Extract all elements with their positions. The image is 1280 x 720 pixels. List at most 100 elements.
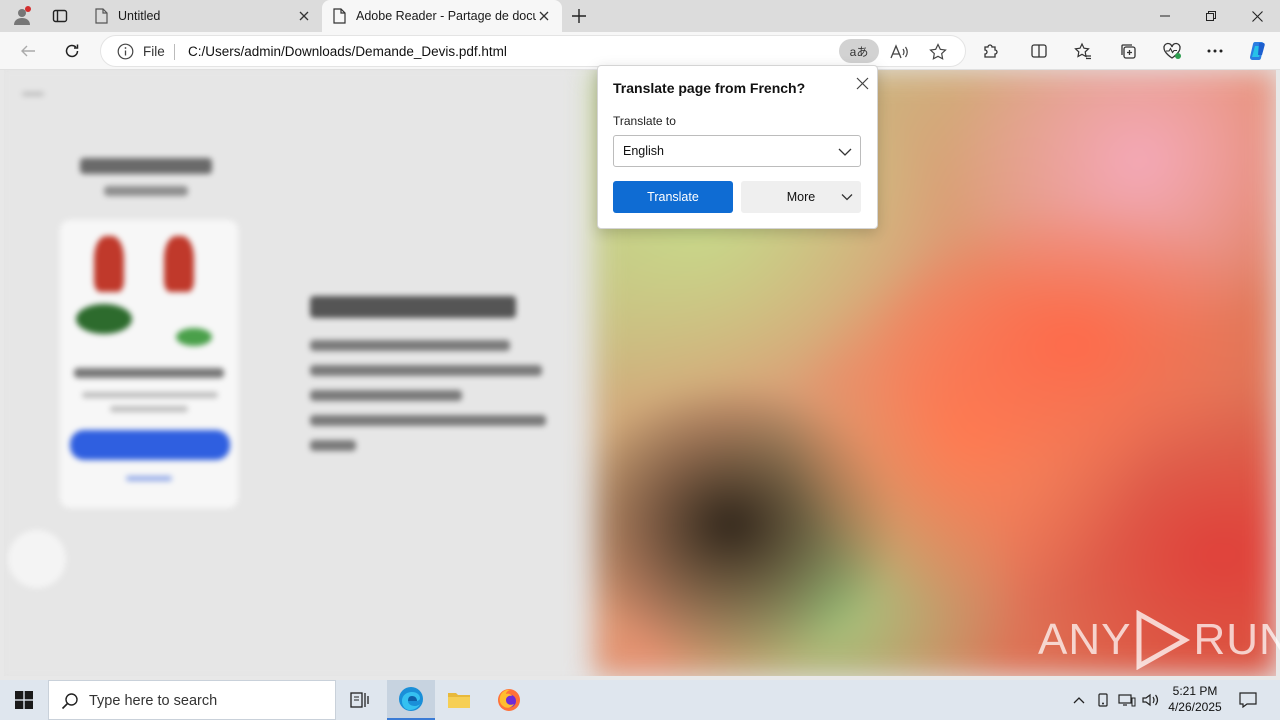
split-screen-icon <box>1031 44 1047 58</box>
network-tray-button[interactable] <box>1116 680 1138 720</box>
favorites-button[interactable] <box>1067 35 1099 67</box>
anyrun-watermark: ANY RUN <box>1038 610 1280 670</box>
close-icon <box>1251 10 1263 22</box>
more-button[interactable]: More <box>741 181 861 213</box>
close-icon <box>539 11 549 21</box>
taskbar-clock[interactable]: 5:21 PM 4/26/2025 <box>1162 683 1228 715</box>
taskbar-edge-button[interactable] <box>387 680 435 720</box>
taskbar-file-explorer-button[interactable] <box>435 680 483 720</box>
blurred-product-card <box>60 220 238 508</box>
info-icon[interactable] <box>117 43 134 60</box>
blurred-paragraph-line <box>310 440 356 451</box>
minimize-icon <box>1160 15 1170 17</box>
close-icon <box>856 77 868 89</box>
blurred-section-heading <box>310 296 516 318</box>
taskbar: Type here to search 5:21 PM 4/26/2025 <box>0 680 1280 720</box>
tab-adobe-reader[interactable]: Adobe Reader - Partage de docum <box>322 0 562 32</box>
device-tray-button[interactable] <box>1094 680 1112 720</box>
refresh-icon <box>65 44 79 58</box>
folder-icon <box>448 693 470 708</box>
language-select-value: English <box>623 144 664 158</box>
refresh-button[interactable] <box>56 35 88 67</box>
profile-icon <box>14 6 31 25</box>
tab-untitled[interactable]: Untitled <box>84 0 322 32</box>
blurred-card-link <box>126 476 172 481</box>
profile-button[interactable] <box>4 0 40 32</box>
taskbar-search-box[interactable]: Type here to search <box>48 680 336 720</box>
browser-essentials-button[interactable] <box>1156 35 1188 67</box>
show-hidden-icons-button[interactable] <box>1070 680 1088 720</box>
edge-icon <box>399 687 423 711</box>
favorite-button[interactable] <box>926 40 950 64</box>
translate-popup: Translate page from French? Translate to… <box>597 65 878 229</box>
tab-close-button[interactable] <box>536 8 552 24</box>
clock-time: 5:21 PM <box>1172 684 1218 698</box>
close-window-button[interactable] <box>1234 0 1280 32</box>
blurred-leaves <box>176 328 212 346</box>
tab-title: Adobe Reader - Partage de docum <box>356 9 536 23</box>
network-icon <box>1118 694 1136 707</box>
start-button[interactable] <box>0 680 48 720</box>
more-button-label: More <box>786 190 816 204</box>
restore-icon <box>1206 11 1216 21</box>
watermark-text-left: ANY <box>1038 615 1132 664</box>
firefox-icon <box>498 689 520 711</box>
heartbeat-icon <box>1163 42 1181 59</box>
tab-actions-button[interactable] <box>42 0 78 32</box>
taskbar-firefox-button[interactable] <box>485 680 533 720</box>
tab-strip: Untitled Adobe Reader - Partage de docum <box>0 0 1280 32</box>
task-view-button[interactable] <box>336 680 384 720</box>
blurred-flower <box>94 236 124 292</box>
page-icon <box>95 8 108 24</box>
read-aloud-button[interactable] <box>887 40 911 64</box>
blurred-logo <box>22 92 44 96</box>
scheme-label: File <box>143 44 165 59</box>
device-icon <box>1098 693 1108 707</box>
volume-icon <box>1142 693 1159 707</box>
play-logo-icon <box>1136 610 1191 670</box>
blurred-card-title <box>74 368 224 378</box>
minimize-button[interactable] <box>1142 0 1188 32</box>
copilot-button[interactable] <box>1241 35 1273 67</box>
blurred-paragraph-line <box>310 365 542 376</box>
language-select[interactable]: English <box>613 135 861 167</box>
translate-page-button[interactable]: aあ <box>839 39 879 63</box>
new-tab-button[interactable] <box>566 4 592 28</box>
translate-button[interactable]: Translate <box>613 181 733 213</box>
notifications-button[interactable] <box>1234 680 1262 720</box>
blurred-flower <box>164 236 194 292</box>
restore-button[interactable] <box>1188 0 1234 32</box>
back-button[interactable] <box>12 35 44 67</box>
tab-title: Untitled <box>118 9 161 23</box>
url-text[interactable]: C:/Users/admin/Downloads/Demande_Devis.p… <box>188 44 507 59</box>
extensions-button[interactable] <box>975 35 1007 67</box>
chevron-up-icon <box>1073 697 1085 704</box>
blurred-card-text <box>110 406 188 412</box>
windows-logo-icon <box>15 691 33 709</box>
blurred-paragraph-line <box>310 390 462 401</box>
task-view-icon <box>350 692 369 708</box>
translate-icon: aあ <box>849 44 869 59</box>
blurred-leaves <box>76 304 132 334</box>
blurred-card-text <box>82 392 218 398</box>
chevron-down-icon <box>838 148 852 156</box>
plus-icon <box>572 9 586 23</box>
split-screen-button[interactable] <box>1023 35 1055 67</box>
puzzle-icon <box>984 44 998 58</box>
blurred-subheading <box>104 186 188 196</box>
tab-actions-icon <box>52 9 68 23</box>
arrow-left-icon <box>21 45 35 57</box>
watermark-text-right: RUN <box>1193 615 1280 664</box>
collections-button[interactable] <box>1112 35 1144 67</box>
address-bar[interactable]: File C:/Users/admin/Downloads/Demande_De… <box>100 35 966 67</box>
popup-close-button[interactable] <box>853 74 871 92</box>
more-icon <box>1207 49 1223 53</box>
close-icon <box>299 11 309 21</box>
blurred-paragraph-line <box>310 340 510 351</box>
tab-close-button[interactable] <box>296 8 312 24</box>
read-aloud-icon <box>890 44 908 59</box>
clock-date: 4/26/2025 <box>1168 700 1222 714</box>
settings-more-button[interactable] <box>1199 35 1231 67</box>
volume-tray-button[interactable] <box>1140 680 1162 720</box>
blurred-floating-button <box>8 530 66 588</box>
